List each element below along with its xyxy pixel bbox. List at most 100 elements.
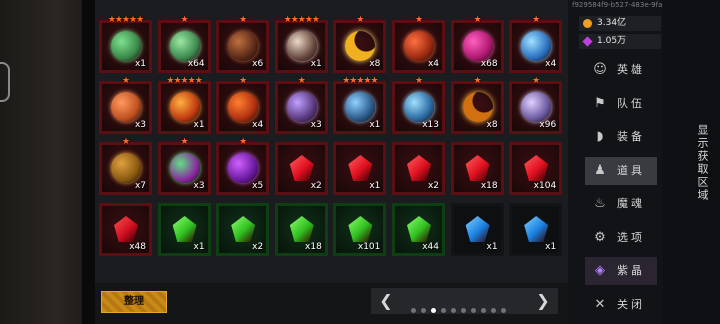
- menu-item-label: 关闭: [617, 297, 645, 311]
- gem-icon: [524, 155, 549, 181]
- gem-icon: [348, 216, 373, 242]
- inventory-slot[interactable]: ★★★★★ x1: [99, 16, 152, 73]
- helmet-icon: ◗: [596, 129, 604, 144]
- gem-icon: [289, 155, 314, 181]
- gem-icon: [407, 216, 431, 242]
- star-rating: ★: [414, 15, 423, 25]
- item-quantity: x48: [129, 242, 146, 252]
- item-quantity: x5: [252, 181, 264, 191]
- orb-icon: [228, 153, 259, 183]
- item-quantity: x1: [134, 59, 146, 69]
- item-quantity: x64: [187, 59, 205, 69]
- inventory-slot[interactable]: ★ x6: [216, 16, 270, 73]
- next-page-arrow-icon[interactable]: ❯: [532, 288, 554, 314]
- page-dot[interactable]: [501, 308, 506, 313]
- inventory-slot[interactable]: ★ x3: [274, 77, 328, 134]
- menu-item-label: 选项: [617, 230, 645, 244]
- inventory-slot[interactable]: ★ x68: [450, 16, 504, 73]
- inventory-slot[interactable]: x1: [450, 203, 504, 256]
- sort-button[interactable]: 整理: [101, 291, 167, 313]
- star-rating: ★: [121, 137, 130, 147]
- inventory-slot[interactable]: ★ x8: [450, 77, 504, 134]
- inventory-slot[interactable]: x2: [274, 142, 328, 195]
- inventory-slot[interactable]: ★ x3: [157, 138, 211, 195]
- inventory-slot[interactable]: x1: [333, 142, 387, 195]
- star-rating: ★★★★★: [283, 15, 320, 25]
- menu-item-flame[interactable]: ♨ 魔魂: [585, 190, 657, 218]
- inventory-slot[interactable]: x44: [392, 203, 445, 256]
- show-source-label[interactable]: 显示获取区域: [688, 124, 710, 214]
- inventory-slot[interactable]: ★ x3: [99, 77, 152, 134]
- page-dot[interactable]: [461, 308, 466, 313]
- inventory-slot[interactable]: x18: [274, 203, 328, 256]
- orb-icon: [111, 92, 141, 122]
- page-dot[interactable]: [411, 308, 416, 313]
- item-quantity: x1: [193, 242, 205, 252]
- page-dot[interactable]: [431, 308, 436, 313]
- inventory-slot[interactable]: x1: [509, 203, 563, 256]
- inventory-slot[interactable]: ★ x96: [509, 77, 563, 134]
- menu-item-flag[interactable]: ⚑ 队伍: [585, 90, 657, 118]
- orb-icon: [169, 31, 200, 61]
- inventory-slot[interactable]: ★ x4: [509, 16, 563, 73]
- gold-coin-icon: [583, 19, 592, 28]
- menu-item-close[interactable]: ✕ 关闭: [585, 291, 657, 319]
- menu-item-label: 魔魂: [617, 197, 645, 210]
- inventory-slot[interactable]: ★★★★★ x1: [157, 77, 211, 134]
- flag-icon: ⚑: [594, 95, 606, 111]
- inventory-slot[interactable]: ★ x4: [216, 77, 270, 134]
- gem-icon: [114, 216, 138, 242]
- inventory-slot[interactable]: x18: [450, 142, 504, 195]
- inventory-slot[interactable]: x2: [392, 142, 445, 195]
- star-rating: ★: [532, 76, 540, 86]
- page-dot[interactable]: [441, 308, 446, 313]
- page-dot[interactable]: [491, 308, 496, 313]
- inventory-slot[interactable]: ★ x7: [99, 138, 152, 195]
- page-dot[interactable]: [481, 308, 486, 313]
- purple-gem-icon: [582, 36, 593, 47]
- inventory-slot[interactable]: ★ x13: [392, 77, 445, 134]
- page-dot[interactable]: [451, 308, 456, 313]
- star-rating: ★: [239, 76, 247, 86]
- orb-icon: [462, 31, 493, 61]
- pager: ❮ ❯: [371, 288, 558, 314]
- inventory-slot[interactable]: x1: [157, 203, 211, 256]
- menu-item-label: 队伍: [617, 96, 645, 110]
- orb-icon: [286, 92, 317, 122]
- crescent-moon-icon: [345, 31, 376, 61]
- inventory-slot[interactable]: ★ x64: [157, 16, 211, 73]
- hero-icon: ☺: [593, 62, 607, 77]
- inventory-slot[interactable]: ★ x5: [216, 138, 270, 195]
- menu-item-label: 紫晶: [617, 264, 645, 277]
- inventory-slot[interactable]: x2: [216, 203, 270, 256]
- bag-icon: ♟: [594, 162, 606, 178]
- inventory-slot[interactable]: x48: [99, 203, 152, 256]
- star-rating: ★: [532, 15, 540, 25]
- menu-item-hero[interactable]: ☺ 英雄: [585, 56, 657, 84]
- item-quantity: x4: [252, 120, 264, 130]
- inventory-slot[interactable]: ★★★★★ x1: [274, 16, 328, 73]
- star-rating: ★: [239, 137, 247, 147]
- inventory-slot[interactable]: ★ x8: [333, 16, 387, 73]
- inventory-slot[interactable]: ★★★★★ x1: [333, 77, 387, 134]
- item-quantity: x2: [427, 181, 439, 191]
- menu-item-crystal[interactable]: ◈ 紫晶: [585, 257, 657, 285]
- item-quantity: x18: [305, 242, 322, 252]
- gem-icon: [231, 216, 256, 242]
- edge-handle[interactable]: [0, 62, 10, 102]
- inventory-slot[interactable]: ★ x4: [392, 16, 445, 73]
- inventory-slot[interactable]: x101: [333, 203, 387, 256]
- star-rating: ★: [473, 15, 482, 25]
- gem-icon: [465, 155, 490, 181]
- menu-item-gear[interactable]: ⚙ 选项: [585, 224, 657, 252]
- menu-item-helmet[interactable]: ◗ 装备: [585, 123, 657, 151]
- star-rating: ★: [414, 76, 423, 86]
- menu-item-bag[interactable]: ♟ 道具: [585, 156, 657, 185]
- gem-icon: [524, 216, 549, 242]
- inventory-slot[interactable]: x104: [509, 142, 563, 195]
- page-dot[interactable]: [471, 308, 476, 313]
- star-rating: ★: [180, 137, 189, 147]
- prev-page-arrow-icon[interactable]: ❮: [375, 288, 397, 314]
- page-dot[interactable]: [421, 308, 426, 313]
- crystal-icon: ◈: [595, 263, 605, 278]
